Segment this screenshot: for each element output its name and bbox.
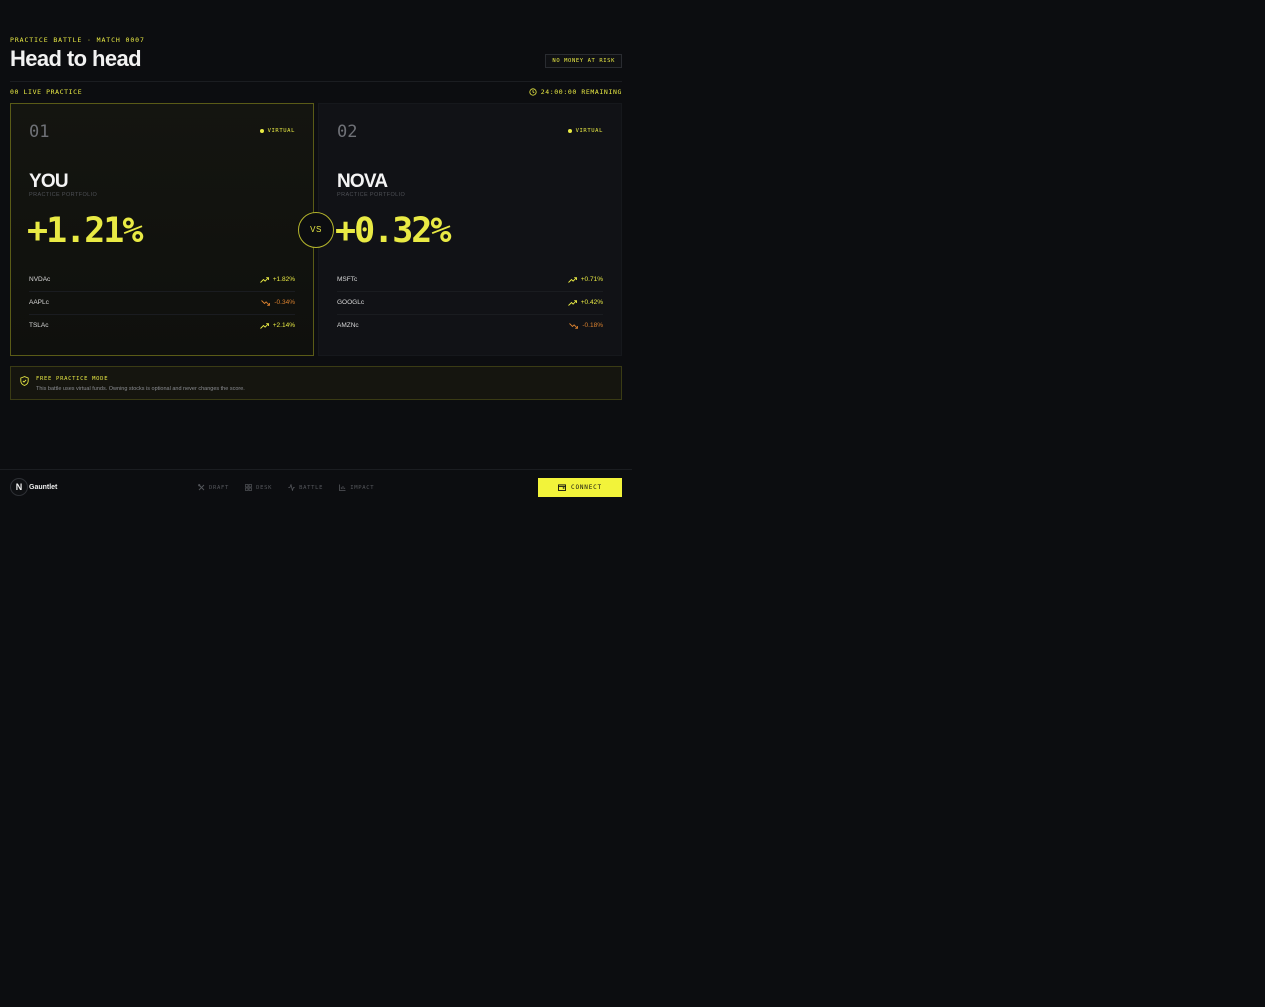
player-card-nova[interactable]: 02 VIRTUAL NOVA PRACTICE PORTFOLIO +0.32… <box>318 103 622 356</box>
practice-mode-notice: FREE PRACTICE MODE This battle uses virt… <box>10 366 622 400</box>
match-eyebrow: PRACTICE BATTLE · MATCH 0007 <box>10 36 145 44</box>
page-title: Head to head <box>10 46 142 71</box>
player-subtitle: PRACTICE PORTFOLIO <box>29 192 98 198</box>
timer-label: 24:00:00 REMAINING <box>540 88 622 96</box>
versus-badge: VS <box>298 212 334 248</box>
notice-body: This battle uses virtual funds. Owning s… <box>36 386 245 392</box>
holding-row[interactable]: NVDAc +1.82% <box>29 269 295 292</box>
nav-item-desk[interactable]: DESK <box>245 484 272 491</box>
player-number: 01 <box>29 122 50 142</box>
battle-icon <box>288 484 295 491</box>
gauntlet-logo[interactable]: N <box>10 478 28 496</box>
holding-change: +1.82% <box>259 276 295 283</box>
status-dot-icon <box>259 129 264 133</box>
notice-title: FREE PRACTICE MODE <box>36 376 109 382</box>
connect-button-label: CONNECT <box>571 484 602 491</box>
shield-check-icon <box>20 376 29 386</box>
trend-up-icon <box>567 276 577 283</box>
virtual-badge-label: VIRTUAL <box>267 128 295 134</box>
nav-label: DESK <box>256 484 273 491</box>
battle-page: PRACTICE BATTLE · MATCH 0007 Head to hea… <box>0 0 1265 1007</box>
holding-row[interactable]: AMZNc -0.18% <box>337 315 603 338</box>
holding-row[interactable]: AAPLc -0.34% <box>29 292 295 315</box>
virtual-badge: VIRTUAL <box>567 128 603 134</box>
nav-item-impact[interactable]: IMPACT <box>339 484 374 491</box>
holding-change-value: +0.71% <box>580 276 603 283</box>
holding-change: +2.14% <box>259 322 295 329</box>
nav-label: DRAFT <box>209 484 230 491</box>
holding-change: -0.18% <box>569 322 603 329</box>
holding-ticker: AAPLc <box>29 299 49 306</box>
holding-change: -0.34% <box>261 299 295 306</box>
holding-row[interactable]: TSLAc +2.14% <box>29 315 295 338</box>
holding-ticker: TSLAc <box>29 322 49 329</box>
draft-icon <box>198 484 205 491</box>
holdings-list: MSFTc +0.71% GOOGLc +0.42% AMZNc -0.18% <box>337 269 603 338</box>
no-money-at-risk-badge: NO MONEY AT RISK <box>545 54 622 68</box>
trend-up-icon <box>259 276 269 283</box>
virtual-badge-label: VIRTUAL <box>575 128 603 134</box>
bottom-nav-bar: N Gauntlet DRAFT DESK BATTLE IMPACT CONN… <box>0 469 632 505</box>
holding-change-value: +1.82% <box>272 276 295 283</box>
portfolio-performance: +1.21% <box>27 211 143 251</box>
clock-icon <box>529 88 537 96</box>
holding-row[interactable]: MSFTc +0.71% <box>337 269 603 292</box>
trend-down-icon <box>261 299 271 306</box>
holdings-list: NVDAc +1.82% AAPLc -0.34% TSLAc +2.14% <box>29 269 295 338</box>
holding-ticker: MSFTc <box>337 276 358 283</box>
impact-icon <box>339 484 346 491</box>
nav-label: IMPACT <box>350 484 375 491</box>
holding-change-value: -0.34% <box>274 299 295 306</box>
connect-button[interactable]: CONNECT <box>538 478 622 497</box>
player-card-you[interactable]: 01 VIRTUAL YOU PRACTICE PORTFOLIO +1.21%… <box>10 103 314 356</box>
desk-icon <box>245 484 252 491</box>
trend-up-icon <box>567 299 577 306</box>
virtual-badge: VIRTUAL <box>259 128 295 134</box>
holding-change: +0.71% <box>567 276 603 283</box>
match-timer: 24:00:00 REMAINING <box>529 88 622 96</box>
wallet-icon <box>558 484 566 491</box>
holding-row[interactable]: GOOGLc +0.42% <box>337 292 603 315</box>
holding-ticker: AMZNc <box>337 322 359 329</box>
nav-item-battle[interactable]: BATTLE <box>288 484 323 491</box>
player-subtitle: PRACTICE PORTFOLIO <box>337 192 406 198</box>
holding-change-value: +2.14% <box>272 322 295 329</box>
page-header: PRACTICE BATTLE · MATCH 0007 Head to hea… <box>10 34 622 82</box>
holding-change-value: +0.42% <box>580 299 603 306</box>
nav-label: BATTLE <box>299 484 324 491</box>
holding-ticker: NVDAc <box>29 276 51 283</box>
trend-down-icon <box>569 322 579 329</box>
holding-change: +0.42% <box>567 299 603 306</box>
holding-ticker: GOOGLc <box>337 299 365 306</box>
player-name: YOU <box>29 171 69 192</box>
live-practice-label: 00 LIVE PRACTICE <box>10 88 83 96</box>
player-name: NOVA <box>337 171 388 192</box>
player-number: 02 <box>337 122 358 142</box>
trend-up-icon <box>259 322 269 329</box>
main-nav: DRAFT DESK BATTLE IMPACT <box>198 484 374 491</box>
nav-item-draft[interactable]: DRAFT <box>198 484 229 491</box>
holding-change-value: -0.18% <box>582 322 603 329</box>
status-dot-icon <box>567 129 572 133</box>
status-bar: 00 LIVE PRACTICE 24:00:00 REMAINING <box>10 88 622 98</box>
brand-name: Gauntlet <box>29 484 58 491</box>
portfolio-performance: +0.32% <box>335 211 451 251</box>
